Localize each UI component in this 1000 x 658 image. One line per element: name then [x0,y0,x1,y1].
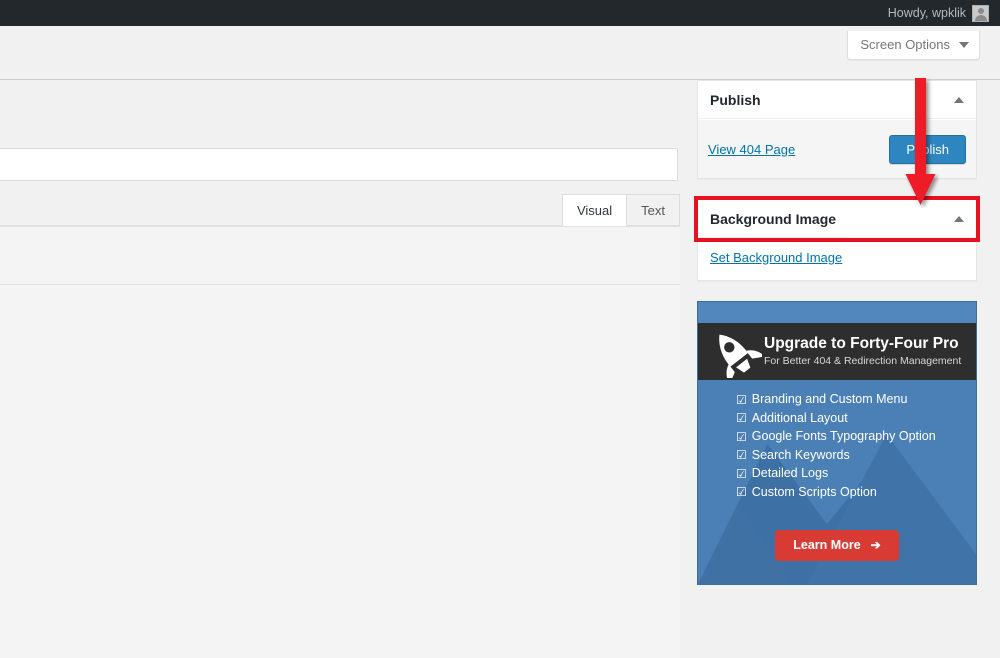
arrow-right-icon: ➔ [870,538,881,553]
checkbox-checked-icon: ☑ [736,392,747,407]
publish-button[interactable]: Publish [889,134,966,164]
post-title-input[interactable] [0,148,678,181]
editor-column: Visual Text [0,80,680,658]
learn-more-button[interactable]: Learn More ➔ [775,530,899,561]
list-item: ☑ Branding and Custom Menu [736,392,976,407]
checkbox-checked-icon: ☑ [736,485,747,499]
checkbox-checked-icon: ☑ [736,429,747,444]
admin-header-zone: Screen Options [0,26,1000,79]
checkbox-checked-icon: ☑ [736,411,747,425]
banner-subheading: For Better 404 & Redirection Management [764,354,962,367]
publish-metabox-title: Publish [710,91,761,108]
set-background-image-link[interactable]: Set Background Image [710,250,842,265]
sidebar-column: Publish View 404 Page Publish Background… [694,80,980,585]
banner-cta-wrap: Learn More ➔ [698,530,976,561]
checkbox-checked-icon: ☑ [736,448,747,462]
background-image-metabox: Background Image Set Background Image [694,196,980,281]
editor-content-area[interactable] [0,226,680,658]
chevron-down-icon [959,41,969,48]
tab-text[interactable]: Text [626,194,680,226]
editor-mode-tabs: Visual Text [561,194,680,226]
feature-label: Branding and Custom Menu [751,392,908,406]
list-item: ☑ Custom Scripts Option [736,485,976,500]
view-404-page-link[interactable]: View 404 Page [708,142,795,157]
tab-visual-label: Visual [576,203,613,218]
publish-metabox-body: View 404 Page Publish [698,119,976,178]
banner-heading: Upgrade to Forty-Four Pro [764,334,959,352]
publish-metabox-header: Publish [698,81,976,119]
admin-content: Visual Text Publish View 404 Page Publis… [0,80,1000,658]
banner-top-strip [698,302,976,323]
feature-label: Google Fonts Typography Option [751,429,936,443]
screen-options-button[interactable]: Screen Options [847,31,980,60]
publish-metabox: Publish View 404 Page Publish [697,80,977,179]
wp-admin-bar: Howdy, wpklik [0,0,1000,26]
tab-text-label: Text [641,203,665,218]
banner-headline-text: Upgrade to Forty-Four Pro For Better 404… [764,335,961,368]
learn-more-label: Learn More [793,538,861,552]
wordpress-admin-screen: Howdy, wpklik Screen Options Visual Text… [0,0,1000,658]
feature-label: Additional Layout [751,410,848,425]
screen-options-label: Screen Options [860,37,950,52]
chevron-up-icon[interactable] [954,96,964,103]
list-item: ☑ Google Fonts Typography Option [736,429,976,444]
checkbox-checked-icon: ☑ [736,466,747,481]
chevron-up-icon[interactable] [954,215,964,222]
background-image-metabox-body: Set Background Image [698,238,976,280]
user-avatar-icon[interactable] [972,4,989,22]
list-item: ☑ Detailed Logs [736,466,976,481]
banner-feature-list: ☑ Branding and Custom Menu ☑ Additional … [698,392,976,503]
banner-headline-bar: Upgrade to Forty-Four Pro For Better 404… [698,323,976,380]
feature-label: Detailed Logs [751,466,829,480]
pro-upgrade-banner[interactable]: Upgrade to Forty-Four Pro For Better 404… [697,301,977,585]
editor-toolbar: Visual Text [0,188,680,226]
feature-label: Search Keywords [751,447,850,462]
feature-label: Custom Scripts Option [751,484,877,499]
howdy-greeting[interactable]: Howdy, wpklik [888,0,972,26]
background-image-metabox-header[interactable]: Background Image [698,200,976,238]
publish-actions-row: View 404 Page Publish [708,130,966,168]
tab-visual[interactable]: Visual [561,194,628,226]
background-image-metabox-title: Background Image [710,210,837,227]
list-item: ☑ Additional Layout [736,411,976,426]
rocket-icon [719,334,762,378]
editor-content-inner [0,227,680,285]
list-item: ☑ Search Keywords [736,448,976,463]
post-editor: Visual Text [0,188,680,658]
